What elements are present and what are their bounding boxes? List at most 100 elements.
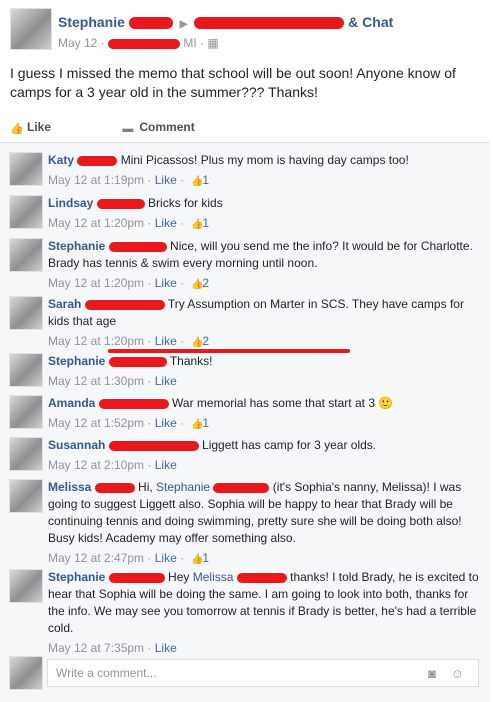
commenter-name[interactable]: Susannah bbox=[48, 438, 105, 452]
comment-meta: May 12 at 1:20pm · Like · 👍2 bbox=[48, 276, 210, 290]
comment-meta: May 12 at 7:35pm · Like bbox=[48, 641, 177, 655]
comment-text-start: Hi, bbox=[138, 480, 157, 494]
redaction bbox=[236, 572, 287, 583]
commenter-avatar[interactable] bbox=[9, 296, 43, 330]
redaction bbox=[84, 299, 165, 310]
comment-like-button[interactable]: Like bbox=[155, 551, 177, 565]
commenter-avatar[interactable] bbox=[9, 569, 43, 603]
commenter-name[interactable]: Amanda bbox=[48, 396, 95, 410]
redaction bbox=[128, 17, 173, 30]
comment-placeholder: Write a comment... bbox=[56, 666, 157, 680]
like-count[interactable]: 1 bbox=[202, 416, 209, 430]
commenter-name[interactable]: Melissa bbox=[48, 480, 91, 494]
commenter-name[interactable]: Stephanie bbox=[48, 570, 105, 584]
comment-meta: May 12 at 2:47pm · Like · 👍1 bbox=[48, 551, 210, 565]
like-count[interactable]: 1 bbox=[202, 551, 209, 565]
commenter-name[interactable]: Katy bbox=[48, 153, 74, 167]
comment-meta: May 12 at 1:20pm · Like · 👍2 bbox=[48, 334, 210, 348]
comment-time[interactable]: May 12 at 1:20pm bbox=[48, 334, 144, 348]
thumbs-up-icon: 👍 bbox=[191, 419, 204, 430]
poster-line: Stephanie ▶ & Chat bbox=[58, 14, 478, 30]
comment-time[interactable]: May 12 at 1:19pm bbox=[48, 173, 144, 187]
comment-like-button[interactable]: Like bbox=[155, 374, 177, 388]
mention-link[interactable]: Stephanie bbox=[156, 480, 210, 494]
post-text: I guess I missed the memo that school wi… bbox=[10, 65, 456, 100]
redaction bbox=[77, 155, 118, 166]
comment-like-button[interactable]: Like bbox=[155, 216, 177, 230]
commenter-avatar[interactable] bbox=[9, 395, 43, 429]
redaction bbox=[108, 572, 165, 583]
camera-icon[interactable]: ◙ bbox=[428, 666, 436, 681]
comment-button[interactable]: ▬ Comment bbox=[122, 120, 228, 135]
commenter-name[interactable]: Stephanie bbox=[48, 239, 105, 253]
comment-text: Bricks for kids bbox=[148, 196, 223, 210]
commenter-avatar[interactable] bbox=[9, 353, 43, 387]
like-count[interactable]: 2 bbox=[202, 276, 209, 290]
comment-meta: May 12 at 1:19pm · Like · 👍1 bbox=[48, 173, 210, 187]
commenter-name[interactable]: Sarah bbox=[48, 297, 81, 311]
thumbs-up-icon: 👍 bbox=[10, 123, 24, 135]
redaction bbox=[94, 482, 135, 493]
mention-link[interactable]: Melissa bbox=[193, 570, 234, 584]
redaction bbox=[194, 17, 345, 30]
author-avatar[interactable] bbox=[10, 8, 52, 50]
commenter-avatar[interactable] bbox=[9, 238, 43, 272]
redaction bbox=[108, 241, 167, 252]
comment-like-button[interactable]: Like bbox=[155, 334, 177, 348]
commenter-avatar[interactable] bbox=[9, 152, 43, 186]
commenter-avatar[interactable] bbox=[9, 195, 43, 229]
redaction bbox=[96, 198, 145, 209]
post-date[interactable]: May 12 bbox=[58, 36, 97, 50]
facebook-post: Stephanie ▶ & Chat May 12 · MI · ▦ I gue… bbox=[0, 0, 493, 702]
like-count[interactable]: 1 bbox=[202, 216, 209, 230]
comment-meta: May 12 at 1:30pm · Like bbox=[48, 374, 177, 388]
like-count[interactable]: 2 bbox=[202, 334, 209, 348]
comment-time[interactable]: May 12 at 2:10pm bbox=[48, 458, 144, 472]
comment-like-button[interactable]: Like bbox=[155, 276, 177, 290]
comment-time[interactable]: May 12 at 1:30pm bbox=[48, 374, 144, 388]
comment-icon: ▬ bbox=[122, 123, 134, 135]
thumbs-up-icon: 👍 bbox=[191, 219, 204, 230]
comment-text: Liggett has camp for 3 year olds. bbox=[202, 438, 377, 452]
like-count[interactable]: 1 bbox=[202, 173, 209, 187]
commenter-avatar[interactable] bbox=[9, 479, 43, 513]
redaction bbox=[213, 482, 270, 493]
comment-text: Mini Picassos! Plus my mom is having day… bbox=[120, 153, 409, 167]
like-label: Like bbox=[27, 120, 52, 134]
comment-time[interactable]: May 12 at 1:52pm bbox=[48, 416, 144, 430]
group-name-suffix[interactable]: & Chat bbox=[348, 14, 393, 30]
comment-time[interactable]: May 12 at 2:47pm bbox=[48, 551, 144, 565]
emoji-icon[interactable]: ☺ bbox=[451, 666, 464, 681]
like-button[interactable]: 👍 Like bbox=[10, 120, 85, 135]
comment-time[interactable]: May 12 at 1:20pm bbox=[48, 276, 144, 290]
thumbs-up-icon: 👍 bbox=[191, 554, 204, 565]
comment-like-button[interactable]: Like bbox=[155, 458, 177, 472]
location-suffix: MI bbox=[183, 36, 197, 50]
author-name[interactable]: Stephanie bbox=[58, 14, 125, 30]
comment-time[interactable]: May 12 at 7:35pm bbox=[48, 641, 144, 655]
comment-input[interactable]: Write a comment... ◙ ☺ bbox=[47, 659, 479, 687]
comments-section: Katy Mini Picassos! Plus my mom is havin… bbox=[0, 143, 490, 702]
comment-like-button[interactable]: Like bbox=[155, 416, 177, 430]
commenter-name[interactable]: Stephanie bbox=[48, 354, 105, 368]
comment-like-button[interactable]: Like bbox=[155, 641, 177, 655]
comment-text: War memorial has some that start at 3 🙂 bbox=[172, 396, 394, 410]
redaction bbox=[108, 356, 167, 367]
comment-text-start: Hey bbox=[168, 570, 193, 584]
comment-like-button[interactable]: Like bbox=[155, 173, 177, 187]
post-meta: May 12 · MI · ▦ bbox=[58, 36, 219, 50]
audience-icon[interactable]: ▦ bbox=[207, 36, 218, 50]
comment-text: Thanks! bbox=[169, 354, 213, 368]
comment-label: Comment bbox=[139, 120, 195, 134]
comment-time[interactable]: May 12 at 1:20pm bbox=[48, 216, 144, 230]
redaction bbox=[98, 398, 169, 409]
thumbs-up-icon: 👍 bbox=[191, 176, 204, 187]
post-actions: 👍 Like ▬ Comment bbox=[10, 120, 263, 135]
commenter-name[interactable]: Lindsay bbox=[48, 196, 93, 210]
commenter-avatar[interactable] bbox=[9, 437, 43, 471]
arrow-icon: ▶ bbox=[179, 19, 188, 30]
comment-meta: May 12 at 1:20pm · Like · 👍1 bbox=[48, 216, 210, 230]
redaction bbox=[108, 440, 199, 451]
current-user-avatar bbox=[9, 656, 43, 690]
thumbs-up-icon: 👍 bbox=[191, 337, 204, 348]
